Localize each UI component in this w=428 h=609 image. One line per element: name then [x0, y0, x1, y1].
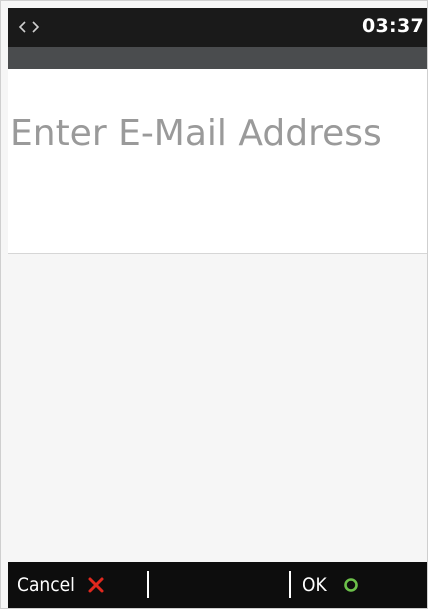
prompt-panel: Enter E-Mail Address: [8, 69, 427, 254]
close-icon: [88, 577, 104, 593]
soft-key-bar: Cancel OK: [8, 562, 427, 608]
circle-icon: [343, 578, 358, 592]
ok-button[interactable]: OK: [302, 562, 359, 608]
connection-arrows-icon: [18, 21, 40, 33]
soft-key-divider: [147, 571, 149, 598]
status-bar: 03:37: [8, 8, 427, 47]
soft-key-divider: [289, 571, 291, 598]
ok-label: OK: [302, 574, 327, 596]
prompt-text: Enter E-Mail Address: [10, 113, 382, 154]
terminal-screen: 03:37 Enter E-Mail Address Cancel OK: [0, 0, 428, 609]
email-input-area[interactable]: [8, 254, 427, 561]
title-bar: [8, 47, 427, 69]
cancel-label: Cancel: [17, 574, 75, 596]
clock-time: 03:37: [362, 15, 424, 37]
cancel-button[interactable]: Cancel: [17, 562, 105, 608]
